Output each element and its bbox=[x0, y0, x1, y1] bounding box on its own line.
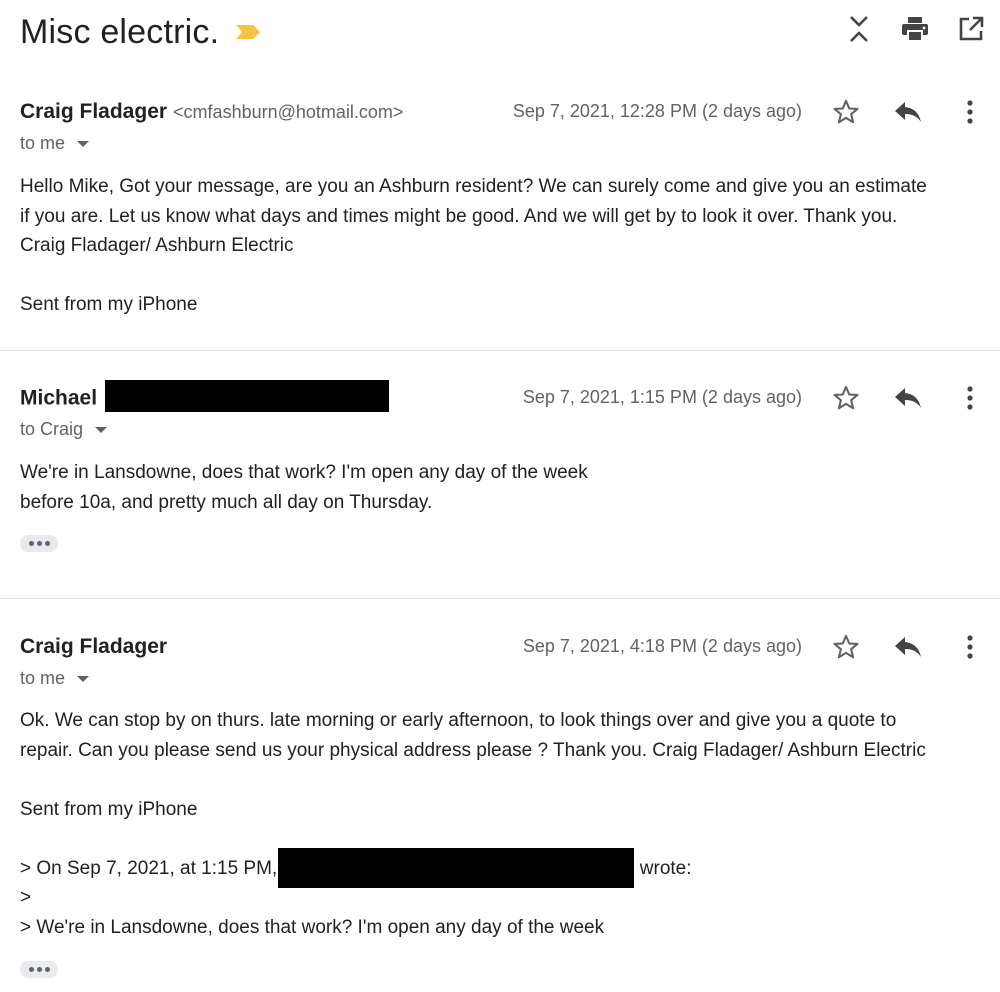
body-line: We're in Lansdowne, does that work? I'm … bbox=[20, 462, 588, 483]
expand-collapse-icon[interactable] bbox=[844, 14, 874, 44]
reply-icon[interactable] bbox=[892, 631, 924, 663]
body-line: Sent from my iPhone bbox=[20, 294, 198, 315]
quote-line: > On Sep 7, 2021, at 1:15 PM, wrote: bbox=[20, 848, 995, 889]
message-body: Hello Mike, Got your message, are you an… bbox=[20, 172, 995, 320]
reply-icon[interactable] bbox=[892, 96, 924, 128]
redacted-block bbox=[278, 848, 635, 889]
body-line: Hello Mike, Got your message, are you an… bbox=[20, 176, 927, 197]
dot-icon bbox=[44, 967, 50, 972]
recipient-line[interactable]: to me bbox=[20, 133, 90, 154]
body-line: before 10a, and pretty much all day on T… bbox=[20, 491, 433, 513]
body-line bbox=[20, 261, 995, 291]
more-options-icon[interactable] bbox=[954, 96, 986, 128]
subject-row: Misc electric. bbox=[20, 10, 261, 54]
dot-icon bbox=[36, 967, 42, 972]
dot-icon bbox=[28, 967, 34, 972]
sender-line: Craig Fladager <cmfashburn@hotmail.com> bbox=[20, 100, 403, 124]
show-trimmed-content-button[interactable] bbox=[20, 535, 58, 552]
message-actions bbox=[830, 382, 986, 414]
recipient-text: to Craig bbox=[20, 419, 84, 439]
body-line: repair. Can you please send us your phys… bbox=[20, 739, 926, 761]
chevron-down-icon[interactable] bbox=[77, 140, 90, 147]
thread-subject: Misc electric. bbox=[20, 12, 220, 51]
more-options-icon[interactable] bbox=[954, 382, 986, 414]
message-date: Sep 7, 2021, 4:18 PM (2 days ago) bbox=[522, 636, 802, 656]
message-actions bbox=[830, 96, 986, 128]
quote-line: > We're in Lansdowne, does that work? I'… bbox=[20, 916, 605, 938]
message-divider bbox=[0, 598, 1000, 599]
star-icon[interactable] bbox=[830, 382, 862, 414]
dot-icon bbox=[44, 541, 50, 546]
chevron-down-icon[interactable] bbox=[77, 675, 90, 682]
chevron-down-icon[interactable] bbox=[95, 426, 108, 433]
recipient-text: to me bbox=[20, 133, 66, 153]
body-line bbox=[20, 765, 995, 795]
message-date: Sep 7, 2021, 12:28 PM (2 days ago) bbox=[512, 101, 802, 121]
sender-line: Craig Fladager bbox=[20, 635, 167, 659]
redacted-block bbox=[104, 380, 389, 412]
sender-name[interactable]: Craig Fladager bbox=[20, 635, 167, 658]
star-icon[interactable] bbox=[830, 96, 862, 128]
importance-marker-icon[interactable] bbox=[235, 24, 261, 40]
body-line: Sent from my iPhone bbox=[20, 798, 198, 820]
message-body: Ok. We can stop by on thurs. late mornin… bbox=[20, 706, 995, 942]
quote-suffix: wrote: bbox=[639, 857, 692, 879]
body-line: Ok. We can stop by on thurs. late mornin… bbox=[20, 710, 897, 731]
sender-name[interactable]: Craig Fladager bbox=[20, 100, 167, 123]
message-actions bbox=[830, 631, 986, 663]
dot-icon bbox=[36, 541, 42, 546]
recipient-text: to me bbox=[20, 668, 66, 688]
message-divider bbox=[0, 350, 1000, 351]
star-icon[interactable] bbox=[830, 631, 862, 663]
sender-name[interactable]: Michael bbox=[20, 387, 97, 410]
message-body: We're in Lansdowne, does that work? I'm … bbox=[20, 458, 995, 517]
sender-line: Michael bbox=[20, 380, 389, 412]
recipient-line[interactable]: to me bbox=[20, 668, 90, 689]
sender-email: <cmfashburn@hotmail.com> bbox=[173, 102, 404, 122]
more-options-icon[interactable] bbox=[954, 631, 986, 663]
thread-toolbar bbox=[844, 14, 986, 44]
quote-prefix: > On Sep 7, 2021, at 1:15 PM, bbox=[20, 857, 278, 879]
reply-icon[interactable] bbox=[892, 382, 924, 414]
print-icon[interactable] bbox=[900, 14, 930, 44]
dot-icon bbox=[28, 541, 34, 546]
open-new-window-icon[interactable] bbox=[956, 14, 986, 44]
body-line: Craig Fladager/ Ashburn Electric bbox=[20, 235, 294, 256]
body-line: if you are. Let us know what days and ti… bbox=[20, 205, 898, 227]
message-date: Sep 7, 2021, 1:15 PM (2 days ago) bbox=[522, 387, 802, 407]
recipient-line[interactable]: to Craig bbox=[20, 419, 108, 440]
show-trimmed-content-button[interactable] bbox=[20, 961, 58, 978]
